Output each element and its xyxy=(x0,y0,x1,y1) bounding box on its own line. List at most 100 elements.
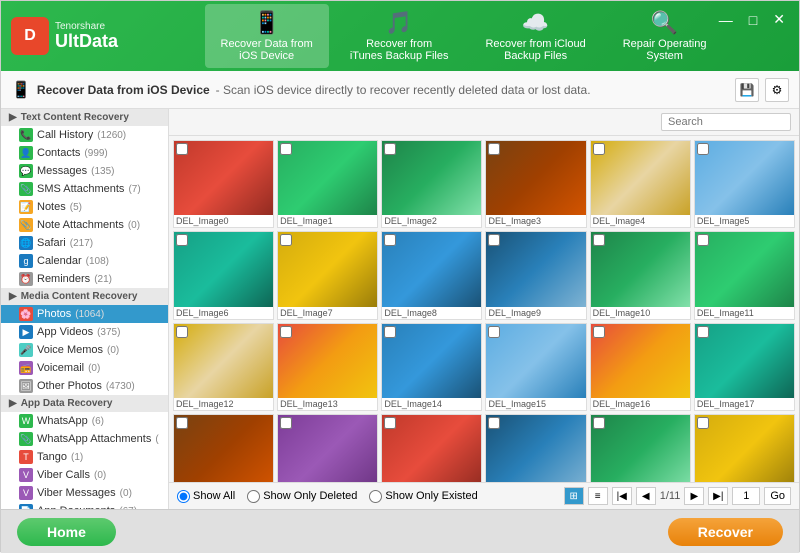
photo-checkbox-2[interactable] xyxy=(384,143,396,155)
photo-item-2[interactable]: DEL_Image2 xyxy=(381,140,482,228)
photo-item-15[interactable]: DEL_Image15 xyxy=(485,323,586,411)
note_attachments-label: Note Attachments xyxy=(37,219,124,231)
sidebar-item-calendar[interactable]: gCalendar(108) xyxy=(1,252,168,270)
photo-item-20[interactable]: DEL_Image20 xyxy=(381,414,482,482)
photo-thumb-6 xyxy=(174,232,273,306)
photo-item-8[interactable]: DEL_Image8 xyxy=(381,231,482,319)
nav-tab-itunes[interactable]: 🎵Recover fromiTunes Backup Files xyxy=(334,4,465,68)
sidebar-item-whatsapp[interactable]: WWhatsApp(6) xyxy=(1,412,168,430)
sidebar-item-viber_messages[interactable]: VViber Messages(0) xyxy=(1,484,168,502)
photo-checkbox-5[interactable] xyxy=(697,143,709,155)
other_photos-count: (4730) xyxy=(106,381,135,392)
photo-thumb-2 xyxy=(382,141,481,215)
photo-item-3[interactable]: DEL_Image3 xyxy=(485,140,586,228)
photo-item-12[interactable]: DEL_Image12 xyxy=(173,323,274,411)
filter-show-all[interactable]: Show All xyxy=(177,490,235,503)
sidebar-item-app_documents[interactable]: 📄App Documents(67) xyxy=(1,502,168,509)
filter-show-existed[interactable]: Show Only Existed xyxy=(369,490,477,503)
sidebar-item-photos[interactable]: 🌸Photos(1064) xyxy=(1,305,168,323)
recover-button[interactable]: Recover xyxy=(668,518,783,546)
photo-checkbox-21[interactable] xyxy=(488,417,500,429)
photo-checkbox-11[interactable] xyxy=(697,234,709,246)
nav-tab-ios[interactable]: 📱Recover Data fromiOS Device xyxy=(205,4,329,68)
page-number-input[interactable] xyxy=(732,487,760,505)
last-page-button[interactable]: ▶| xyxy=(708,487,728,505)
photo-item-16[interactable]: DEL_Image16 xyxy=(590,323,691,411)
photo-checkbox-3[interactable] xyxy=(488,143,500,155)
grid-view-button[interactable]: ⊞ xyxy=(564,487,584,505)
next-page-button[interactable]: ▶ xyxy=(684,487,704,505)
first-page-button[interactable]: |◀ xyxy=(612,487,632,505)
list-view-button[interactable]: ≡ xyxy=(588,487,608,505)
nav-tabs: 📱Recover Data fromiOS Device🎵Recover fro… xyxy=(138,4,789,68)
search-input[interactable] xyxy=(661,113,791,131)
maximize-button[interactable]: □ xyxy=(745,9,761,30)
photo-item-10[interactable]: DEL_Image10 xyxy=(590,231,691,319)
photo-checkbox-14[interactable] xyxy=(384,326,396,338)
sidebar-group-app: ▶App Data Recovery xyxy=(1,395,168,412)
photo-item-4[interactable]: DEL_Image4 xyxy=(590,140,691,228)
settings-button[interactable]: ⚙ xyxy=(765,78,789,102)
photo-checkbox-19[interactable] xyxy=(280,417,292,429)
photo-checkbox-6[interactable] xyxy=(176,234,188,246)
go-button[interactable]: Go xyxy=(764,487,791,505)
nav-tab-icloud[interactable]: ☁️Recover from iCloudBackup Files xyxy=(469,4,601,68)
photo-checkbox-16[interactable] xyxy=(593,326,605,338)
photo-checkbox-9[interactable] xyxy=(488,234,500,246)
sidebar-item-call_history[interactable]: 📞Call History(1260) xyxy=(1,126,168,144)
sidebar-item-viber_calls[interactable]: VViber Calls(0) xyxy=(1,466,168,484)
sidebar-item-messages[interactable]: 💬Messages(135) xyxy=(1,162,168,180)
photo-item-7[interactable]: DEL_Image7 xyxy=(277,231,378,319)
sidebar-item-sms_attachments[interactable]: 📎SMS Attachments(7) xyxy=(1,180,168,198)
photo-item-1[interactable]: DEL_Image1 xyxy=(277,140,378,228)
photo-label-11: DEL_Image11 xyxy=(695,307,794,319)
sidebar-item-contacts[interactable]: 👤Contacts(999) xyxy=(1,144,168,162)
photo-checkbox-8[interactable] xyxy=(384,234,396,246)
save-button[interactable]: 💾 xyxy=(735,78,759,102)
photo-checkbox-18[interactable] xyxy=(176,417,188,429)
photo-item-23[interactable]: DEL_Image23 xyxy=(694,414,795,482)
photo-item-14[interactable]: DEL_Image14 xyxy=(381,323,482,411)
photo-item-22[interactable]: DEL_Image22 xyxy=(590,414,691,482)
sidebar-item-tango[interactable]: TTango(1) xyxy=(1,448,168,466)
home-button[interactable]: Home xyxy=(17,518,116,546)
photo-item-18[interactable]: DEL_Image18 xyxy=(173,414,274,482)
photo-checkbox-1[interactable] xyxy=(280,143,292,155)
photo-checkbox-20[interactable] xyxy=(384,417,396,429)
photo-item-6[interactable]: DEL_Image6 xyxy=(173,231,274,319)
photo-item-0[interactable]: DEL_Image0 xyxy=(173,140,274,228)
photo-thumb-8 xyxy=(382,232,481,306)
photo-item-11[interactable]: DEL_Image11 xyxy=(694,231,795,319)
photo-checkbox-22[interactable] xyxy=(593,417,605,429)
photo-checkbox-23[interactable] xyxy=(697,417,709,429)
call_history-label: Call History xyxy=(37,129,93,141)
photo-checkbox-4[interactable] xyxy=(593,143,605,155)
close-button[interactable]: ✕ xyxy=(769,9,789,30)
photo-checkbox-17[interactable] xyxy=(697,326,709,338)
photo-checkbox-0[interactable] xyxy=(176,143,188,155)
photo-checkbox-7[interactable] xyxy=(280,234,292,246)
photo-checkbox-12[interactable] xyxy=(176,326,188,338)
sidebar-item-notes[interactable]: 📝Notes(5) xyxy=(1,198,168,216)
photo-item-9[interactable]: DEL_Image9 xyxy=(485,231,586,319)
nav-tab-repair[interactable]: 🔍Repair OperatingSystem xyxy=(607,4,723,68)
photo-checkbox-13[interactable] xyxy=(280,326,292,338)
minimize-button[interactable]: — xyxy=(715,9,737,30)
sidebar-item-voicemail[interactable]: 📻Voicemail(0) xyxy=(1,359,168,377)
sidebar-item-note_attachments[interactable]: 📎Note Attachments(0) xyxy=(1,216,168,234)
photo-item-21[interactable]: DEL_Image21 xyxy=(485,414,586,482)
sidebar-item-other_photos[interactable]: 🖼Other Photos(4730) xyxy=(1,377,168,395)
sidebar-item-whatsapp_att[interactable]: 📎WhatsApp Attachments( xyxy=(1,430,168,448)
photo-checkbox-10[interactable] xyxy=(593,234,605,246)
photo-item-13[interactable]: DEL_Image13 xyxy=(277,323,378,411)
sidebar-item-voice_memos[interactable]: 🎤Voice Memos(0) xyxy=(1,341,168,359)
photo-item-17[interactable]: DEL_Image17 xyxy=(694,323,795,411)
photo-item-5[interactable]: DEL_Image5 xyxy=(694,140,795,228)
sidebar-item-app_videos[interactable]: ▶App Videos(375) xyxy=(1,323,168,341)
filter-show-deleted[interactable]: Show Only Deleted xyxy=(247,490,357,503)
photo-item-19[interactable]: DEL_Image19 xyxy=(277,414,378,482)
prev-page-button[interactable]: ◀ xyxy=(636,487,656,505)
photo-checkbox-15[interactable] xyxy=(488,326,500,338)
sidebar-item-safari[interactable]: 🌐Safari(217) xyxy=(1,234,168,252)
sidebar-item-reminders[interactable]: ⏰Reminders(21) xyxy=(1,270,168,288)
